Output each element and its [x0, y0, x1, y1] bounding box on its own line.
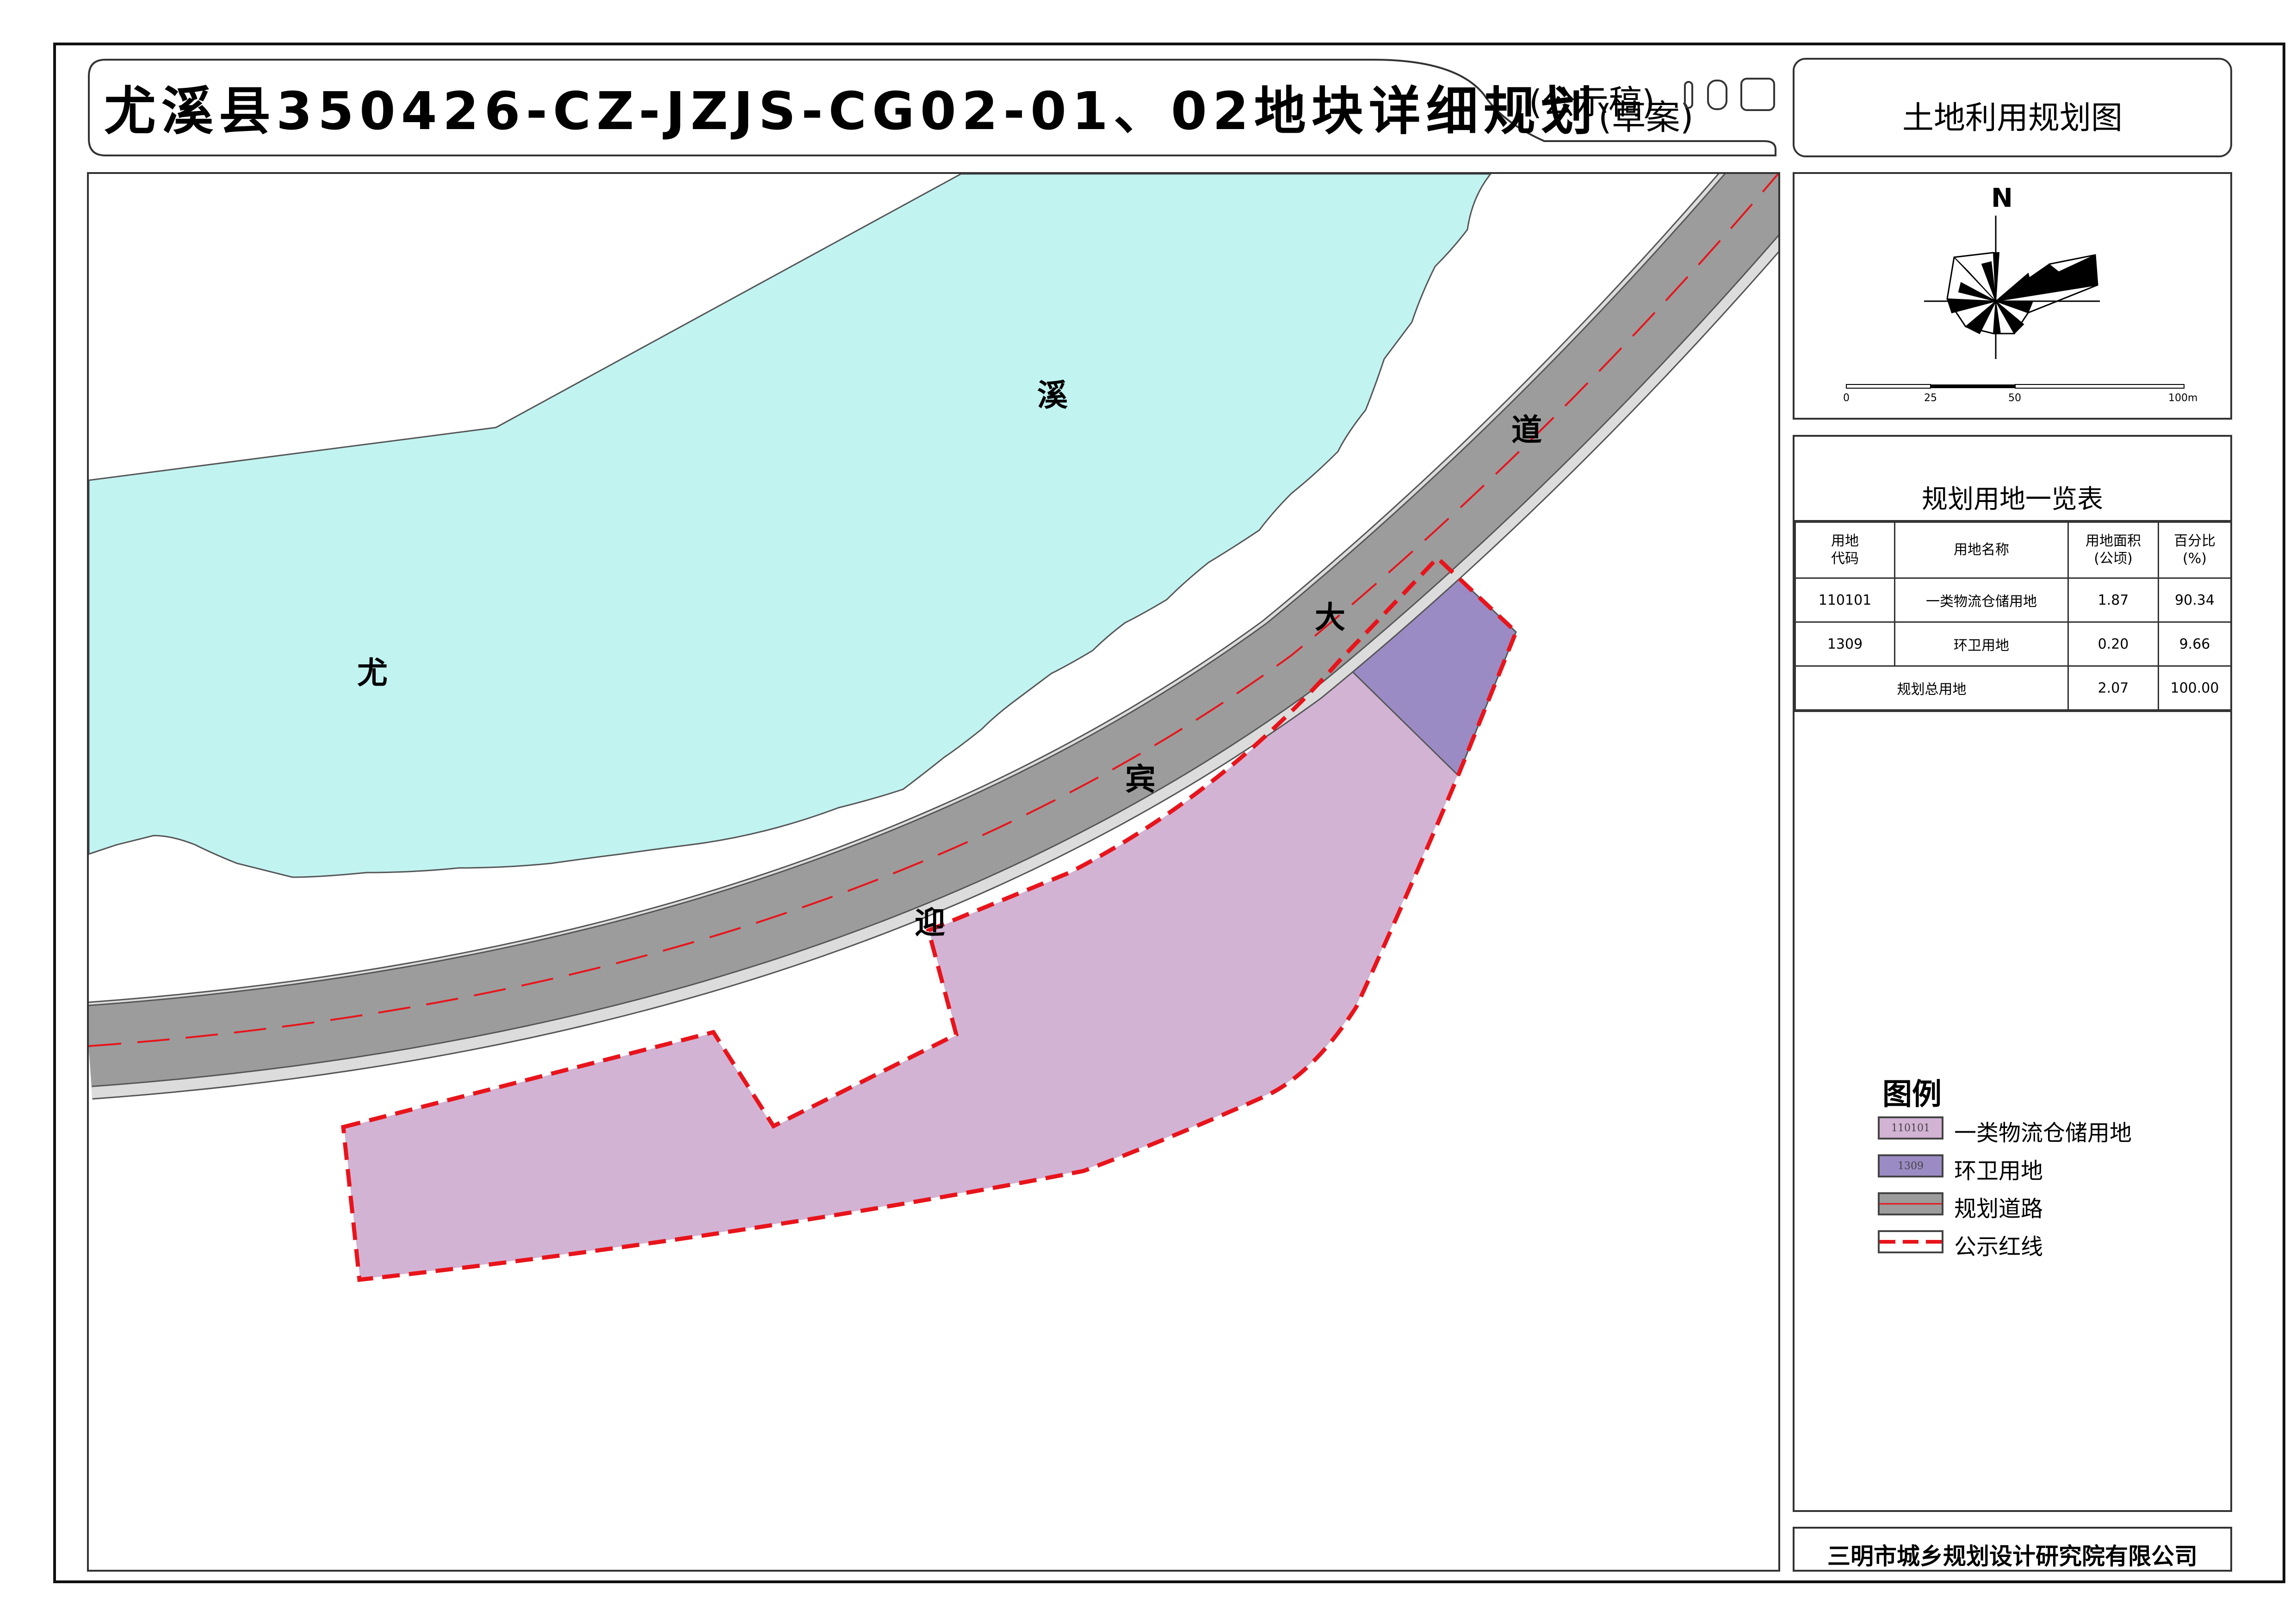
cell-area: 1.87	[2067, 577, 2159, 623]
organization-name: 三明市城乡规划设计研究院有限公司	[1827, 1543, 2197, 1570]
cell-name: 环卫用地	[1894, 621, 2069, 667]
legend-swatch-redline	[1878, 1230, 1943, 1253]
scale-tick-100m: 100m	[2168, 392, 2198, 404]
cell-percent: 90.34	[2158, 577, 2232, 623]
cell-area: 0.20	[2067, 621, 2159, 667]
red-line-legend-icon	[1880, 1240, 1942, 1244]
header-code: 用地 代码	[1795, 520, 1895, 579]
table-row: 110101 一类物流仓储用地 1.87 90.34	[1795, 577, 2232, 623]
legend-label-redline: 公示红线	[1954, 1234, 2043, 1260]
table-title: 规划用地一览表	[1922, 484, 2103, 514]
map-label-ying: 迎	[915, 905, 945, 941]
map-label-dao: 道	[1511, 412, 1542, 448]
scale-tick-25: 25	[1924, 392, 1937, 404]
legend-title: 图例	[1882, 1078, 1942, 1112]
cell-code: 110101	[1795, 577, 1895, 623]
map-label-bin: 宾	[1125, 762, 1156, 797]
window-control-1[interactable]	[1684, 81, 1693, 109]
legend-label-sanitation: 环卫用地	[1954, 1158, 2043, 1184]
map-label-da: 大	[1315, 600, 1345, 635]
table-total-row: 规划总用地 2.07 100.00	[1795, 665, 2232, 712]
legend-swatch-logistics: 110101	[1878, 1116, 1943, 1140]
drawing-name-box: 土地利用规划图	[1793, 58, 2232, 157]
land-use-map[interactable]	[89, 174, 1780, 1572]
title-main: 尤溪县350426-CZ-JZJS-CG02-01、02地块详细规划	[104, 81, 1598, 142]
organization-box: 三明市城乡规划设计研究院有限公司	[1793, 1527, 2232, 1572]
wind-rose-icon	[1846, 216, 2185, 389]
window-control-2[interactable]	[1707, 80, 1727, 110]
road-legend-icon	[1880, 1203, 1942, 1205]
cell-total-percent: 100.00	[2158, 665, 2232, 712]
map-panel[interactable]: 尤 溪 迎 宾 大 道	[87, 172, 1780, 1572]
legend-label-logistics: 一类物流仓储用地	[1954, 1120, 2132, 1146]
legend-label-road: 规划道路	[1954, 1196, 2043, 1222]
cell-total-label: 规划总用地	[1795, 665, 2069, 712]
map-label-xi: 溪	[1037, 378, 1068, 413]
legend-swatch-road	[1878, 1192, 1943, 1215]
scale-tick-0: 0	[1843, 392, 1850, 404]
table-header-row: 用地 代码 用地名称 用地面积 (公顷) 百分比 (%)	[1795, 520, 2232, 579]
legend-swatch-sanitation: 1309	[1878, 1154, 1943, 1177]
compass-panel: N 0 25 50 100m	[1793, 172, 2232, 420]
cell-percent: 9.66	[2158, 621, 2232, 667]
notice-label: (公示稿)	[1529, 83, 1655, 122]
drawing-name: 土地利用规划图	[1902, 100, 2123, 136]
land-use-table: 用地 代码 用地名称 用地面积 (公顷) 百分比 (%) 110101 一类物流…	[1795, 520, 2232, 712]
window-control-3[interactable]	[1740, 78, 1775, 111]
scale-tick-50: 50	[2008, 392, 2021, 404]
map-label-you: 尤	[357, 655, 388, 691]
page-title: 尤溪县350426-CZ-JZJS-CG02-01、02地块详细规划(草案)	[104, 69, 1694, 144]
header-area: 用地面积 (公顷)	[2067, 520, 2159, 579]
header-name: 用地名称	[1894, 520, 2069, 579]
cell-name: 一类物流仓储用地	[1894, 577, 2069, 623]
cell-total-area: 2.07	[2067, 665, 2159, 712]
land-table-panel: 规划用地一览表 用地 代码 用地名称 用地面积 (公顷) 百分比 (%) 110…	[1793, 435, 2232, 1512]
header-percent: 百分比 (%)	[2158, 520, 2232, 579]
table-row: 1309 环卫用地 0.20 9.66	[1795, 621, 2232, 667]
cell-code: 1309	[1795, 621, 1895, 667]
